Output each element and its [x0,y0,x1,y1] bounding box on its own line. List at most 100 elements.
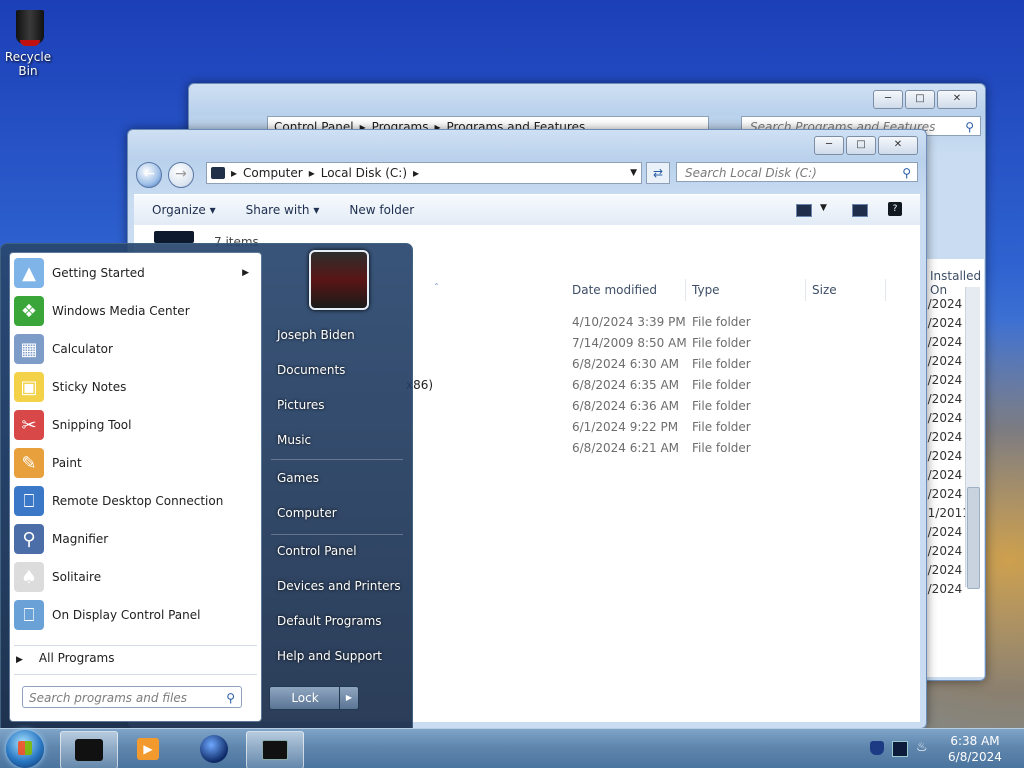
start-program-solitaire[interactable]: ♠ Solitaire [10,558,261,596]
start-menu-right-pane: Joseph Biden Documents Pictures Music Games C… [263,244,411,729]
program-label: Calculator [52,342,113,356]
start-link-control-panel[interactable]: Control Panel [277,544,357,558]
date-modified-cell: 6/8/2024 6:36 AM [572,399,680,413]
solitaire-icon: ♠ [14,562,44,592]
drive-icon [154,231,194,243]
start-link-documents[interactable]: Documents [277,363,345,377]
chevron-right-icon: ▶ [16,655,23,665]
share-with-button[interactable]: Share with ▾ [246,203,320,217]
start-search-input[interactable]: Search programs and files ⚲ [22,686,242,708]
chevron-down-icon[interactable]: ▼ [630,168,637,178]
help-icon[interactable]: ? [888,202,902,216]
clock[interactable]: 6:38 AM 6/8/2024 [940,733,1010,765]
start-link-music[interactable]: Music [277,433,311,447]
taskbar-button-media-player[interactable]: ▶ [120,731,176,767]
windows-media-center-icon: ❖ [14,296,44,326]
divider [14,674,257,675]
organize-button[interactable]: Organize ▾ [152,203,216,217]
type-cell: File folder [692,441,751,455]
action-center-icon[interactable] [870,741,884,755]
sort-arrow-icon: ˆ [434,283,439,294]
recycle-bin-icon [12,6,44,46]
start-link-pictures[interactable]: Pictures [277,398,325,412]
divider [271,534,403,535]
installed-on-column: Installed On 1/2024 1/2024 1/2024 1/2024 1/2… [920,259,984,677]
start-program-remote-desktop-connection[interactable]: ⎕ Remote Desktop Connection [10,482,261,520]
date-modified-cell: 6/8/2024 6:21 AM [572,441,680,455]
column-header-type[interactable]: Type [686,279,806,301]
program-label: Windows Media Center [52,304,190,318]
magnifier-icon: ⚲ [14,524,44,554]
program-label: Magnifier [52,532,109,546]
program-label: Paint [52,456,82,470]
program-label: Remote Desktop Connection [52,494,224,508]
chevron-down-icon[interactable]: ▼ [820,203,827,213]
search-icon: ⚲ [226,691,235,705]
search-icon: ⚲ [965,120,974,134]
breadcrumb-computer[interactable]: Computer [243,166,303,180]
program-label: Solitaire [52,570,102,584]
maximize-button[interactable]: □ [905,90,935,109]
windows-logo-icon [18,741,32,755]
display-control-panel-icon: ⎕ [14,600,44,630]
start-program-calculator[interactable]: ▦ Calculator [10,330,261,368]
start-program-sticky-notes[interactable]: ▣ Sticky Notes [10,368,261,406]
user-picture-avatar[interactable] [309,250,369,310]
program-label: Sticky Notes [52,380,127,394]
start-link-computer[interactable]: Computer [277,506,337,520]
all-programs-button[interactable]: ▶ All Programs [16,651,115,665]
start-program-getting-started[interactable]: ▲ Getting Started ▶ [10,254,261,292]
forward-button[interactable]: → [168,162,194,188]
divider [271,459,403,460]
taskbar-button-browser[interactable] [186,731,242,767]
type-cell: File folder [692,357,751,371]
network-icon[interactable] [892,741,908,757]
minimize-button[interactable]: ─ [873,90,903,109]
scrollbar-thumb[interactable] [967,487,980,589]
lock-button[interactable]: Lock [269,686,341,710]
start-link-help-and-support[interactable]: Help and Support [277,649,382,663]
start-program-magnifier[interactable]: ⚲ Magnifier [10,520,261,558]
maximize-button[interactable]: □ [846,136,876,155]
vertical-scrollbar[interactable] [965,287,980,589]
minimize-button[interactable]: ─ [814,136,844,155]
start-menu: ▲ Getting Started ▶ ❖ Windows Media Center ▦ C… [0,243,413,730]
clock-time: 6:38 AM [950,734,1000,748]
preview-pane-icon[interactable] [852,204,868,217]
start-link-joseph-biden[interactable]: Joseph Biden [277,328,355,342]
start-program-on-display-control-panel[interactable]: ⎕ On Display Control Panel [10,596,261,634]
volume-icon[interactable]: ♨ [916,741,930,755]
address-bar[interactable]: ▸ Computer ▸ Local Disk (C:) ▸ ▼ [206,162,642,184]
start-link-devices-and-printers[interactable]: Devices and Printers [277,579,401,593]
shutdown-options-button[interactable]: ▶ [339,686,359,710]
taskbar-button-explorer[interactable] [60,731,118,768]
type-cell: File folder [692,336,751,350]
column-header-date-modified[interactable]: Date modified [566,279,686,301]
desktop-icon-recycle-bin[interactable]: Recycle Bin [2,6,54,78]
start-button[interactable] [6,730,44,768]
close-button[interactable]: ✕ [878,136,918,155]
change-view-icon[interactable] [796,204,812,217]
type-cell: File folder [692,420,751,434]
date-modified-cell: 6/1/2024 9:22 PM [572,420,679,434]
program-label: On Display Control Panel [52,608,201,622]
new-folder-button[interactable]: New folder [349,203,414,217]
back-button[interactable]: ← [136,162,162,188]
date-modified-cell: 7/14/2009 8:50 AM [572,336,687,350]
start-program-paint[interactable]: ✎ Paint [10,444,261,482]
date-modified-cell: 4/10/2024 3:39 PM [572,315,686,329]
close-button[interactable]: ✕ [937,90,977,109]
refresh-button[interactable]: ⇄ [646,162,670,184]
control-panel-icon [262,740,288,760]
program-label: Getting Started [52,266,145,280]
taskbar-button-control-panel[interactable] [246,731,304,768]
breadcrumb-local-disk[interactable]: Local Disk (C:) [321,166,407,180]
search-input[interactable]: Search Local Disk (C:) ⚲ [676,162,918,182]
installed-on-cell: 11/2011 [920,506,970,520]
start-program-snipping-tool[interactable]: ✂ Snipping Tool [10,406,261,444]
start-link-games[interactable]: Games [277,471,319,485]
start-program-windows-media-center[interactable]: ❖ Windows Media Center [10,292,261,330]
browser-icon [200,735,228,763]
column-header-size[interactable]: Size [806,279,886,301]
start-link-default-programs[interactable]: Default Programs [277,614,382,628]
